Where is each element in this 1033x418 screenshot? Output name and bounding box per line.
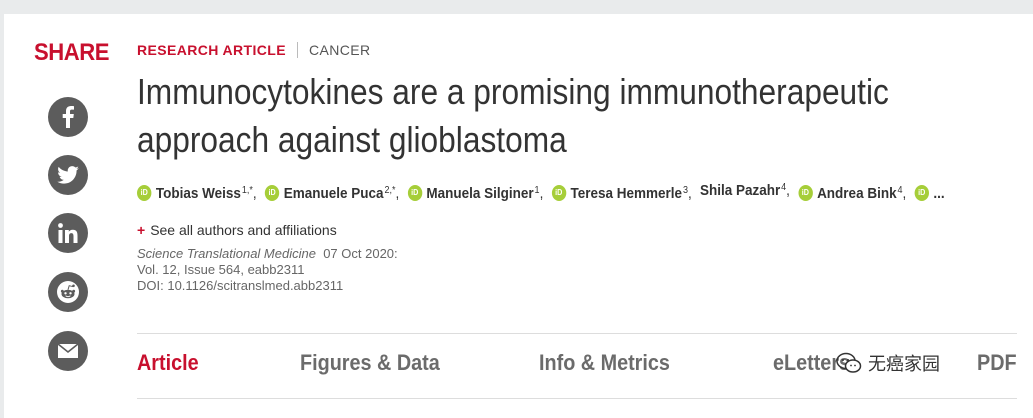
linkedin-icon [58, 223, 78, 243]
author-item[interactable]: iD Manuela Silginer 1, [407, 185, 547, 202]
citation-journal-line: Science Translational Medicine 07 Oct 20… [137, 246, 398, 262]
tab-pdf[interactable]: PDF [977, 350, 1017, 376]
author-list: iD Tobias Weiss 1,*, iD Emanuele Puca 2,*, i… [137, 182, 1010, 202]
kicker-divider [297, 42, 298, 58]
article-type-link[interactable]: RESEARCH ARTICLE [137, 42, 286, 58]
orcid-icon[interactable]: iD [551, 185, 566, 201]
author-name[interactable]: Teresa Hemmerle [570, 185, 682, 202]
reddit-share-button[interactable] [48, 272, 88, 312]
tab-figures-data[interactable]: Figures & Data [300, 350, 440, 376]
reddit-icon [57, 281, 79, 303]
orcid-icon[interactable]: iD [407, 185, 422, 201]
author-name[interactable]: Manuela Silginer [426, 185, 533, 202]
wechat-icon [836, 352, 862, 373]
author-item[interactable]: iD Tobias Weiss 1,*, [137, 185, 261, 202]
author-item[interactable]: iD Emanuele Puca 2,*, [264, 184, 404, 202]
see-all-authors-label: See all authors and affiliations [150, 222, 337, 238]
email-share-button[interactable] [48, 331, 88, 371]
author-item-more[interactable]: iD... [914, 184, 945, 202]
author-item[interactable]: iD Teresa Hemmerle 3, [551, 184, 697, 202]
article-title: Immunocytokines are a promising immunoth… [137, 68, 1017, 164]
facebook-share-button[interactable] [48, 97, 88, 137]
facebook-icon [62, 106, 74, 128]
tab-article[interactable]: Article [137, 350, 199, 376]
orcid-icon[interactable]: iD [137, 185, 152, 201]
orcid-icon[interactable]: iD [798, 185, 813, 201]
tab-info-metrics[interactable]: Info & Metrics [539, 350, 670, 376]
linkedin-share-button[interactable] [48, 213, 88, 253]
tabs-divider-bottom [137, 398, 1017, 399]
tabs-divider-top [137, 333, 1017, 334]
citation-doi[interactable]: DOI: 10.1126/scitranslmed.abb2311 [137, 278, 398, 294]
orcid-icon[interactable]: iD [264, 185, 280, 201]
watermark: 无癌家园 [836, 350, 940, 376]
article-title-line-2: approach against glioblastoma [137, 119, 567, 160]
article-kicker: RESEARCH ARTICLE CANCER [137, 42, 371, 58]
author-affiliation: 4 [897, 184, 903, 196]
mail-icon [57, 343, 79, 358]
plus-icon: + [137, 222, 146, 238]
share-heading: SHARE [34, 39, 109, 66]
see-all-authors-link[interactable]: + See all authors and affiliations [137, 222, 337, 238]
author-affiliation: 2,* [384, 184, 396, 196]
twitter-share-button[interactable] [48, 155, 88, 195]
author-item[interactable]: Shila Pazahr 4, [700, 182, 794, 199]
author-name[interactable]: Tobias Weiss [156, 185, 241, 202]
watermark-text: 无癌家园 [868, 354, 940, 374]
citation-block: Science Translational Medicine 07 Oct 20… [137, 246, 398, 294]
orcid-icon[interactable]: iD [914, 185, 929, 201]
article-title-line-1: Immunocytokines are a promising immunoth… [137, 71, 889, 112]
author-affiliation: 3 [682, 184, 688, 196]
author-affiliation: 1 [534, 184, 540, 196]
author-affiliation: 1,* [241, 184, 253, 196]
author-affiliation: 4 [781, 182, 787, 193]
citation-volume: Vol. 12, Issue 564, eabb2311 [137, 262, 305, 277]
author-name[interactable]: Andrea Bink [817, 185, 897, 202]
author-item[interactable]: iD Andrea Bink 4, [798, 185, 911, 202]
twitter-icon [57, 166, 79, 184]
author-name[interactable]: Emanuele Puca [284, 185, 384, 202]
publication-date: 07 Oct 2020: [323, 246, 398, 261]
journal-name: Science Translational Medicine [137, 246, 316, 261]
authors-ellipsis: ... [933, 184, 945, 202]
author-name[interactable]: Shila Pazahr [700, 182, 780, 199]
article-section-link[interactable]: CANCER [309, 42, 371, 58]
